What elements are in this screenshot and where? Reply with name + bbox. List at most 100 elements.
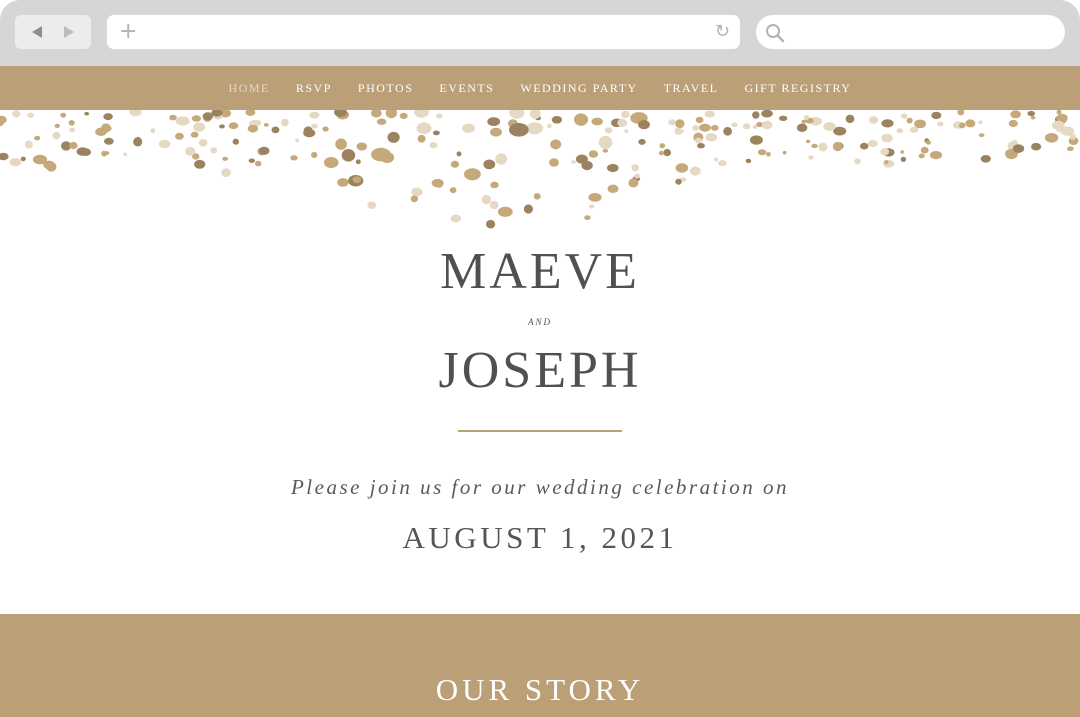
confetti-dot — [271, 126, 280, 134]
confetti-dot — [356, 142, 368, 151]
back-arrow-icon[interactable] — [32, 26, 42, 38]
confetti-dot — [489, 200, 499, 210]
confetti-dot — [323, 157, 339, 168]
browser-search-field[interactable] — [756, 15, 1065, 49]
confetti-dot — [462, 123, 475, 133]
confetti-dot — [854, 158, 861, 165]
confetti-dot — [533, 193, 541, 200]
confetti-dot — [584, 215, 591, 221]
reload-icon[interactable]: ↻ — [715, 20, 730, 44]
confetti-dot — [1031, 142, 1042, 151]
confetti-dot — [431, 178, 444, 188]
confetti-dot — [129, 110, 142, 117]
nav-gift-registry[interactable]: GIFT REGISTRY — [745, 81, 852, 96]
confetti-dot — [228, 122, 239, 130]
confetti-dot — [628, 178, 639, 188]
confetti-dot — [341, 149, 356, 162]
confetti-dot — [718, 160, 727, 167]
confetti-dot — [761, 120, 773, 130]
confetti-dot — [84, 111, 90, 116]
confetti-dot — [617, 118, 628, 127]
confetti-dot — [175, 132, 184, 140]
confetti-dot — [796, 123, 808, 132]
confetti-dot — [714, 157, 718, 162]
confetti-dot — [931, 111, 942, 120]
plus-icon[interactable]: + — [119, 18, 137, 46]
nav-rsvp[interactable]: RSVP — [296, 81, 332, 96]
confetti-dot — [704, 110, 715, 118]
confetti-dot — [1008, 119, 1018, 128]
confetti-dot — [900, 113, 908, 119]
confetti-dot — [896, 128, 903, 134]
confetti-dot — [523, 204, 534, 214]
confetti-dot — [832, 141, 843, 152]
confetti-dot — [487, 117, 501, 127]
confetti-dot — [255, 160, 262, 167]
confetti-dot — [978, 133, 985, 138]
confetti-dot — [697, 143, 705, 149]
confetti-dot — [607, 164, 619, 172]
confetti-dot — [175, 116, 190, 126]
search-icon — [766, 24, 785, 43]
confetti-dot — [210, 147, 218, 154]
confetti-dot — [337, 178, 349, 187]
confetti-dot — [588, 204, 595, 209]
confetti-dot — [490, 181, 499, 189]
confetti-dot — [959, 122, 966, 129]
confetti-dot — [806, 139, 811, 144]
confetti-dot — [247, 124, 259, 133]
confetti-dot — [68, 120, 75, 126]
confetti-dot — [355, 159, 361, 165]
confetti-dot — [801, 119, 806, 124]
confetti-dot — [925, 140, 931, 145]
address-bar[interactable]: + ↻ — [107, 15, 740, 49]
nav-wedding-party[interactable]: WEDDING PARTY — [520, 81, 637, 96]
confetti-dot — [808, 155, 814, 160]
nav-home[interactable]: HOME — [229, 81, 270, 96]
confetti-dot — [483, 159, 496, 170]
confetti-dot — [105, 126, 112, 131]
confetti-dot — [0, 115, 7, 124]
confetti-dot — [385, 110, 398, 119]
forward-arrow-icon[interactable] — [64, 26, 74, 38]
confetti-dot — [752, 124, 758, 129]
nav-events[interactable]: EVENTS — [439, 81, 494, 96]
confetti-dot — [481, 194, 491, 205]
confetti-dot — [222, 156, 229, 161]
confetti-dot — [602, 149, 609, 153]
confetti-dot — [202, 112, 213, 121]
confetti-dot — [52, 132, 61, 140]
confetti-dot — [818, 142, 828, 152]
partner-name-1: MAEVE — [440, 243, 640, 300]
confetti-dot — [659, 143, 666, 149]
confetti-dot — [731, 122, 738, 127]
nav-photos[interactable]: PHOTOS — [358, 81, 413, 96]
confetti-dot — [705, 133, 718, 142]
confetti-dot — [638, 120, 650, 130]
confetti-dot — [232, 138, 239, 145]
confetti-dot — [24, 140, 33, 149]
confetti-dot — [909, 126, 919, 133]
confetti-dot — [158, 139, 171, 149]
confetti-dot — [0, 152, 9, 161]
confetti-dot — [621, 110, 630, 119]
confetti-dot — [624, 129, 629, 133]
confetti-dot — [929, 151, 943, 160]
confetti-dot — [290, 155, 298, 161]
confetti-dot — [387, 131, 400, 143]
confetti-dot — [900, 150, 905, 154]
confetti-dot — [27, 112, 34, 118]
confetti-dot — [551, 116, 563, 124]
confetti-dot — [185, 146, 196, 156]
confetti-dot — [766, 152, 771, 157]
confetti-dot — [1030, 115, 1036, 120]
section-title: OUR STORY — [435, 672, 645, 707]
nav-travel[interactable]: TRAVEL — [664, 81, 719, 96]
confetti-dot — [638, 138, 646, 145]
confetti-decoration — [0, 110, 1079, 229]
confetti-dot — [191, 115, 202, 122]
confetti-dot — [399, 112, 408, 119]
confetti-dot — [1011, 140, 1018, 146]
confetti-dot — [868, 116, 879, 124]
confetti-dot — [495, 153, 508, 165]
